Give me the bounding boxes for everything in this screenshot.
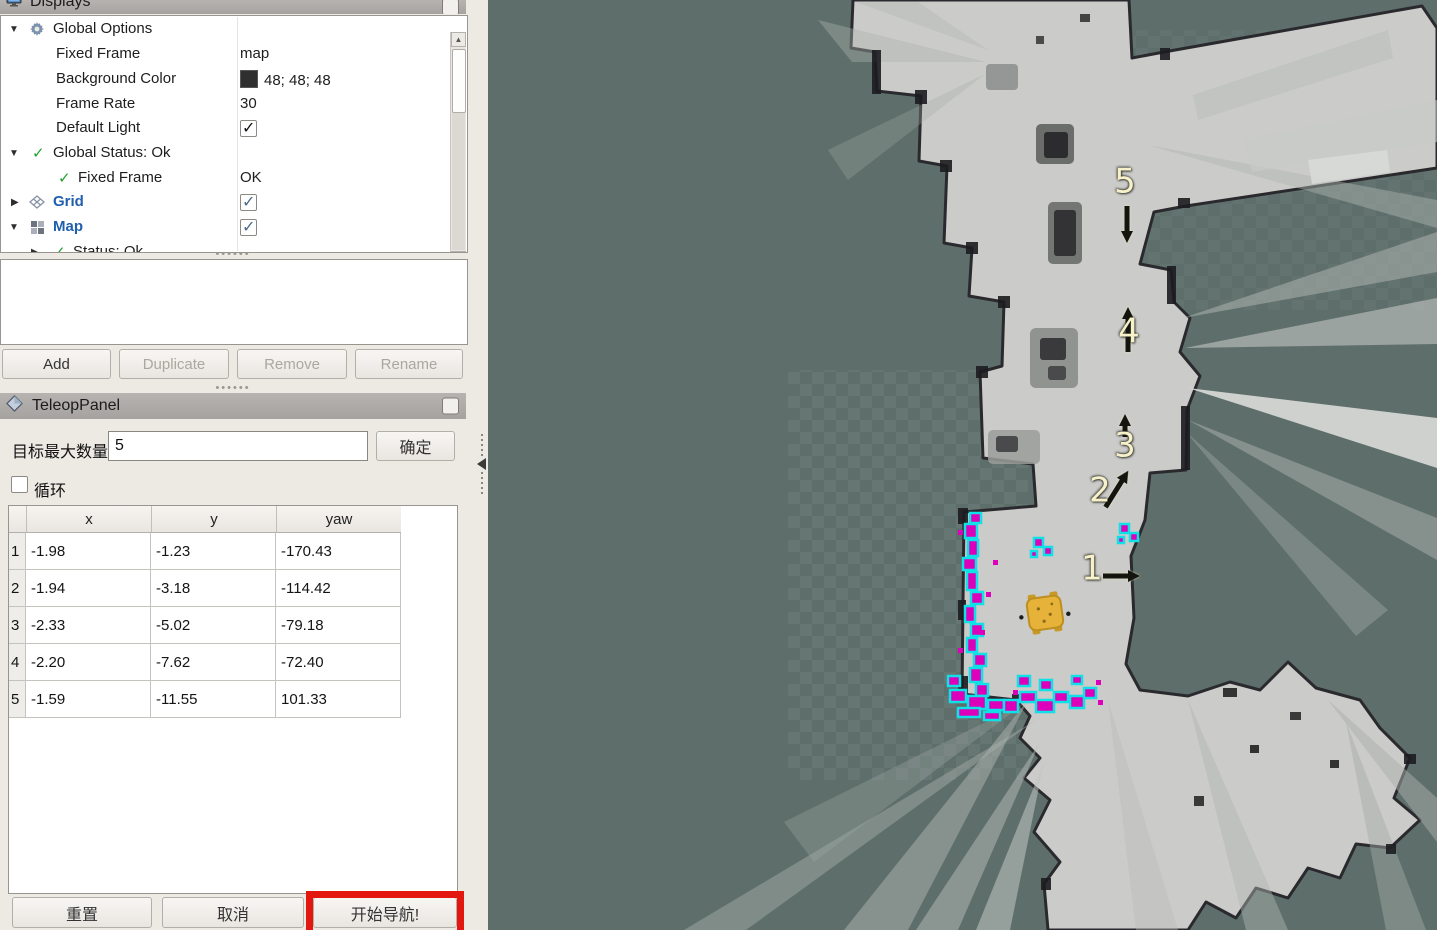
cell-yaw[interactable]: -72.40 xyxy=(276,644,401,681)
color-swatch[interactable] xyxy=(240,70,258,88)
annotation-highlight-box xyxy=(306,891,464,930)
cell-y[interactable]: -5.02 xyxy=(151,607,276,644)
gear-icon xyxy=(29,21,45,41)
max-goal-input[interactable] xyxy=(108,431,368,461)
col-header-y[interactable]: y xyxy=(151,506,276,533)
max-goal-label: 目标最大数量 xyxy=(12,438,108,462)
collapse-arrow-icon[interactable]: ▼ xyxy=(9,24,19,35)
tree-label: Fixed Frame xyxy=(56,45,140,62)
tree-label: Default Light xyxy=(56,119,140,136)
default-light-checkbox[interactable] xyxy=(240,120,257,137)
map-canvas xyxy=(488,0,1437,930)
rviz-window: Displays ▼ Global Options Fixed Frame ma… xyxy=(0,0,1437,930)
displays-tree: ▼ Global Options Fixed Frame map Backgro… xyxy=(0,15,468,253)
tree-value[interactable]: map xyxy=(240,45,269,62)
tree-value[interactable]: 48; 48; 48 xyxy=(240,70,331,89)
undock-button[interactable] xyxy=(442,0,459,14)
duplicate-button[interactable]: Duplicate xyxy=(119,349,229,379)
tree-row-global-options[interactable]: ▼ Global Options xyxy=(1,18,447,42)
cancel-button[interactable]: 取消 xyxy=(162,897,304,928)
row-header: 5 xyxy=(9,681,26,718)
cell-y[interactable]: -3.18 xyxy=(151,570,276,607)
row-header: 4 xyxy=(9,644,26,681)
confirm-button[interactable]: 确定 xyxy=(376,431,455,461)
panel-title: Displays xyxy=(30,0,90,11)
add-button[interactable]: Add xyxy=(2,349,111,379)
waypoint-table: x y yaw 1 -1.98 -1.23 -170.43 2 -1.94 -3… xyxy=(8,505,458,894)
tree-label: Frame Rate xyxy=(56,95,135,112)
tree-row-grid[interactable]: ▶ Grid xyxy=(1,191,447,215)
tree-label: Grid xyxy=(53,193,84,210)
cell-x[interactable]: -1.59 xyxy=(26,681,151,718)
tree-row-fixed-frame[interactable]: Fixed Frame map xyxy=(1,43,447,67)
cell-x[interactable]: -1.98 xyxy=(26,533,151,570)
status-ok-check-icon: ✓ xyxy=(32,144,45,162)
row-header: 3 xyxy=(9,607,26,644)
panel-diamond-icon xyxy=(6,395,23,417)
cell-yaw[interactable]: -79.18 xyxy=(276,607,401,644)
reset-button[interactable]: 重置 xyxy=(12,897,152,928)
cell-y[interactable]: -7.62 xyxy=(151,644,276,681)
grid-icon xyxy=(29,195,45,213)
loop-checkbox[interactable] xyxy=(11,476,28,493)
cell-x[interactable]: -2.20 xyxy=(26,644,151,681)
status-ok-check-icon: ✓ xyxy=(58,169,71,187)
cell-x[interactable]: -2.33 xyxy=(26,607,151,644)
tree-row-frame-rate[interactable]: Frame Rate 30 xyxy=(1,93,447,117)
collapse-arrow-icon[interactable]: ▼ xyxy=(9,222,19,233)
col-header-yaw[interactable]: yaw xyxy=(276,506,401,533)
map-checkbox[interactable] xyxy=(240,219,257,236)
row-header: 1 xyxy=(9,533,26,570)
cell-yaw[interactable]: 101.33 xyxy=(276,681,401,718)
loop-label: 循环 xyxy=(34,477,66,501)
cell-y[interactable]: -11.55 xyxy=(151,681,276,718)
tree-label: Fixed Frame xyxy=(78,169,162,186)
cell-yaw[interactable]: -170.43 xyxy=(276,533,401,570)
monitor-icon xyxy=(6,0,22,12)
cell-yaw[interactable]: -114.42 xyxy=(276,570,401,607)
tree-row-default-light[interactable]: Default Light xyxy=(1,117,447,141)
collapse-panel-icon[interactable] xyxy=(477,458,486,470)
collapse-arrow-icon[interactable]: ▼ xyxy=(9,148,19,159)
remove-button[interactable]: Remove xyxy=(237,349,347,379)
tree-value: OK xyxy=(240,169,262,186)
tree-label: Map xyxy=(53,218,83,235)
corner-header xyxy=(9,506,26,533)
tree-row-background-color[interactable]: Background Color 48; 48; 48 xyxy=(1,68,447,92)
cell-y[interactable]: -1.23 xyxy=(151,533,276,570)
grid-checkbox[interactable] xyxy=(240,194,257,211)
displays-panel: Displays ▼ Global Options Fixed Frame ma… xyxy=(0,0,488,930)
map-viewport[interactable]: 12345 xyxy=(488,0,1437,930)
scroll-thumb[interactable] xyxy=(452,49,466,113)
tree-row-global-status[interactable]: ▼ ✓ Global Status: Ok xyxy=(1,142,447,166)
tree-value[interactable]: 30 xyxy=(240,95,257,112)
tree-label: Background Color xyxy=(56,70,176,87)
tree-row-fixed-frame-status[interactable]: ✓ Fixed Frame OK xyxy=(1,167,447,191)
teleop-titlebar[interactable]: TeleopPanel xyxy=(0,393,466,419)
undock-button[interactable] xyxy=(442,398,459,415)
col-header-x[interactable]: x xyxy=(26,506,151,533)
cell-x[interactable]: -1.94 xyxy=(26,570,151,607)
tree-row-map[interactable]: ▼ Map xyxy=(1,216,447,240)
rename-button[interactable]: Rename xyxy=(355,349,463,379)
row-header: 2 xyxy=(9,570,26,607)
display-description-box xyxy=(0,259,468,345)
displays-titlebar[interactable]: Displays xyxy=(0,0,466,14)
expand-arrow-icon[interactable]: ▶ xyxy=(11,197,19,208)
tree-scrollbar[interactable]: ▲ ▼ xyxy=(450,32,466,253)
scroll-up-button[interactable]: ▲ xyxy=(451,32,466,47)
scroll-track[interactable] xyxy=(452,112,465,250)
tree-label: Global Status: Ok xyxy=(53,144,171,161)
tree-label: Global Options xyxy=(53,20,152,37)
panel-title: TeleopPanel xyxy=(32,397,120,415)
panel-splitter[interactable] xyxy=(477,434,487,494)
map-icon xyxy=(30,220,45,239)
